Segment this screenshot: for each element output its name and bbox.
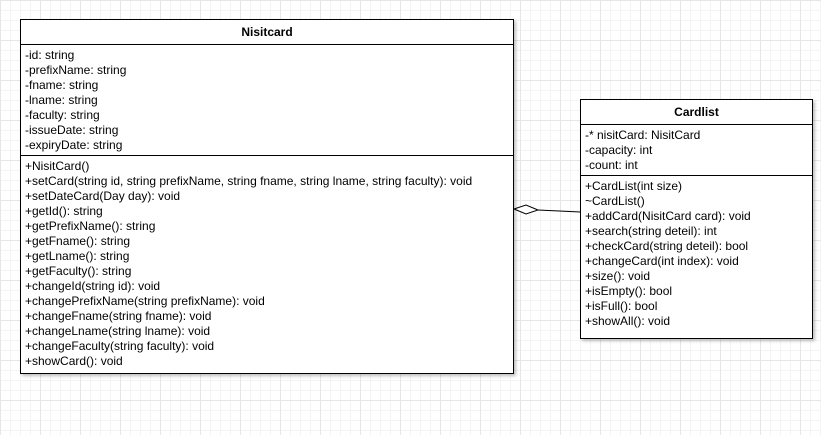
class-nisitcard[interactable]: Nisitcard -id: string -prefixName: string… [20, 19, 514, 374]
method-row: +CardList(int size) [585, 179, 683, 193]
method-row: +getLname(): string [25, 249, 130, 263]
attribute-row: -id: string [25, 48, 75, 62]
method-row: ~CardList() [585, 194, 645, 208]
class-cardlist-methods: +CardList(int size) ~CardList() +addCard(N… [581, 175, 812, 331]
method-row: +setDateCard(Day day): void [25, 189, 181, 203]
class-cardlist-name: Cardlist [581, 100, 812, 125]
attribute-row: -* nisitCard: NisitCard [585, 128, 701, 142]
class-cardlist[interactable]: Cardlist -* nisitCard: NisitCard -capacit… [580, 99, 813, 339]
attribute-row: -fname: string [25, 78, 99, 92]
attribute-row: -expiryDate: string [25, 138, 123, 152]
method-row: +changeLname(string lname): void [25, 324, 211, 338]
method-row: +isEmpty(): bool [585, 284, 673, 298]
method-row: +changeFname(string fname): void [25, 309, 212, 323]
method-row: +changePrefixName(string prefixName): vo… [25, 294, 265, 308]
attribute-row: -prefixName: string [25, 63, 127, 77]
method-row: +size(): void [585, 269, 651, 283]
aggregation-diamond [512, 204, 540, 215]
attribute-row: -lname: string [25, 93, 98, 107]
method-row: +getId(): string [25, 204, 103, 218]
attribute-row: -capacity: int [585, 143, 653, 157]
class-nisitcard-methods: +NisitCard() +setCard(string id, string p… [21, 155, 513, 371]
method-row: +getFname(): string [25, 234, 131, 248]
method-row: +checkCard(string deteil): bool [585, 239, 749, 253]
method-row: +showCard(): void [25, 354, 123, 368]
class-nisitcard-name: Nisitcard [21, 20, 513, 45]
method-row: +changeCard(int index): void [585, 254, 739, 268]
class-cardlist-attributes: -* nisitCard: NisitCard -capacity: int -co… [581, 125, 812, 175]
method-row: +addCard(NisitCard card): void [585, 209, 751, 223]
attribute-row: -issueDate: string [25, 123, 119, 137]
method-row: +isFull(): bool [585, 299, 658, 313]
method-row: +setCard(string id, string prefixName, s… [25, 174, 473, 188]
method-row: +NisitCard() [25, 159, 90, 173]
class-nisitcard-attributes: -id: string -prefixName: string -fname: st… [21, 45, 513, 155]
method-row: +getFaculty(): string [25, 264, 132, 278]
method-row: +getPrefixName(): string [25, 219, 156, 233]
aggregation-line [537, 209, 581, 213]
method-row: +changeId(string id): void [25, 279, 161, 293]
attribute-row: -count: int [585, 158, 638, 172]
method-row: +changeFaculty(string faculty): void [25, 339, 215, 353]
method-row: +search(string deteil): int [585, 224, 717, 238]
attribute-row: -faculty: string [25, 108, 100, 122]
method-row: +showAll(): void [585, 314, 671, 328]
